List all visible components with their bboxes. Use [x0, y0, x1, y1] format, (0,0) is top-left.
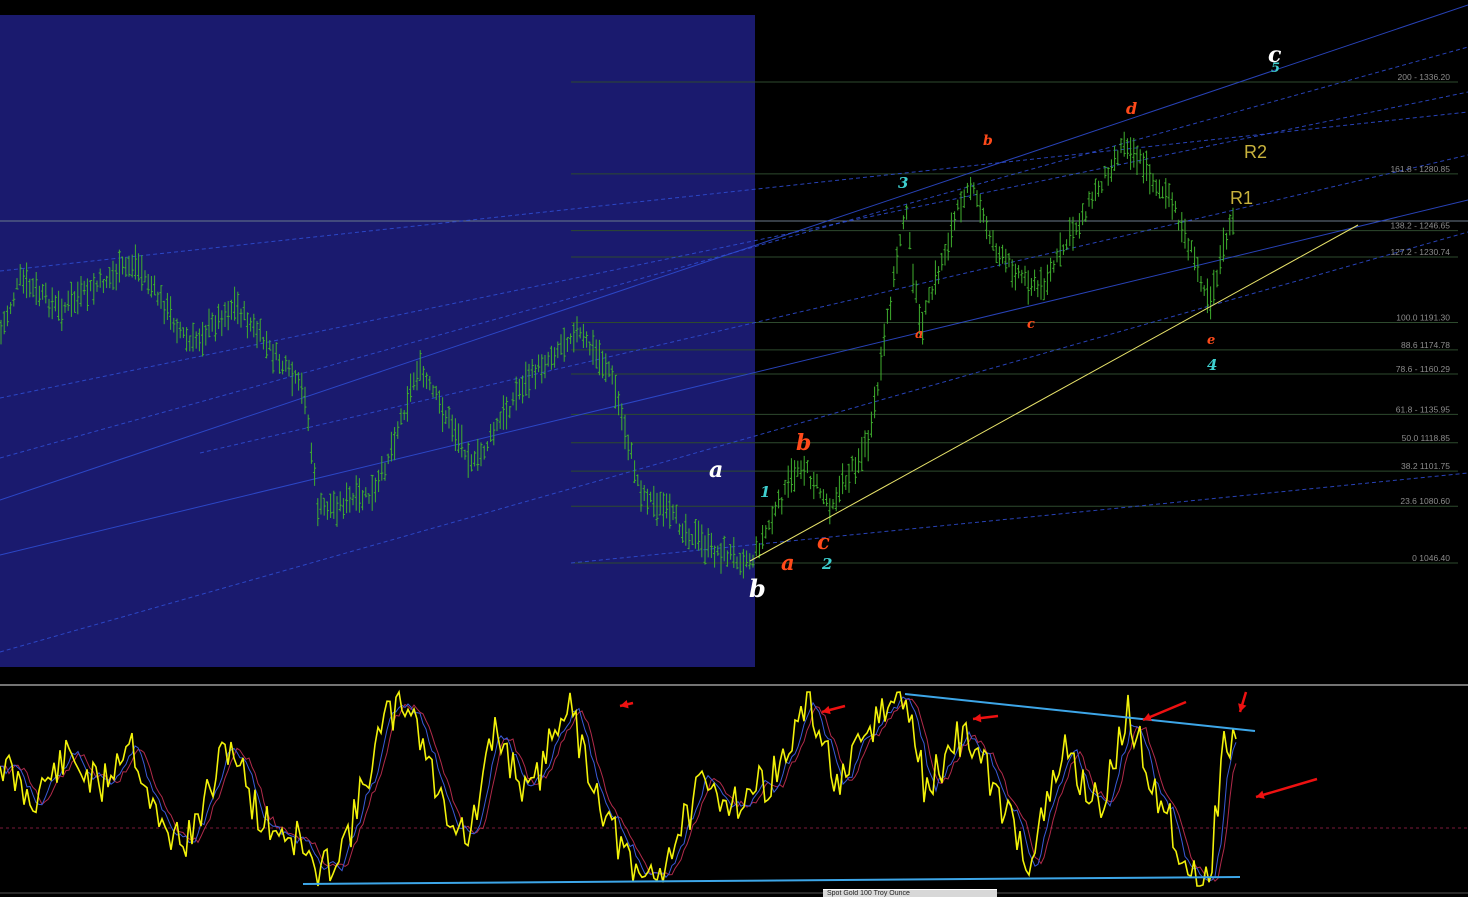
wave-label-white-a: a	[709, 457, 723, 483]
fib-level-label: 161.8 - 1280.85	[1390, 164, 1450, 174]
fib-level-label: 88.6 1174.78	[1401, 340, 1450, 350]
wave-label-red-a: a	[781, 550, 795, 575]
wave-label-3: 3	[898, 174, 908, 192]
status-tab[interactable]: Spot Gold 100 Troy Ounce	[823, 889, 997, 897]
resistance-label-r2: R2	[1244, 142, 1267, 162]
wave-label-red-c: c	[817, 529, 830, 554]
fib-level-label: 0 1046.40	[1412, 553, 1450, 563]
fib-level-label: 23.6 1080.60	[1400, 496, 1450, 506]
highlight-region	[0, 15, 755, 667]
fib-level-label: 50.0 1118.85	[1402, 433, 1451, 443]
wave-label-red-b: b	[796, 430, 811, 456]
wave-label-small-d: d	[1126, 99, 1137, 118]
wave-label-2: 2	[821, 555, 832, 573]
price-chart: 200 - 1336.20 161.8 - 1280.85 138.2 - 1246…	[0, 0, 1468, 897]
wave-label-small-b: b	[983, 133, 993, 149]
wave-label-4: 4	[1207, 356, 1217, 374]
fib-level-label: 38.2 1101.75	[1401, 461, 1450, 471]
wave-label-small-a: a	[915, 327, 923, 342]
fib-level-label: 138.2 - 1246.65	[1390, 221, 1450, 231]
fib-level-label: 200 - 1336.20	[1398, 72, 1451, 82]
wave-label-small-e: e	[1207, 333, 1215, 348]
wave-label-small-c: c	[1027, 317, 1035, 332]
wave-label-5: 5	[1271, 61, 1280, 76]
wave-label-1: 1	[760, 483, 770, 501]
fib-level-label: 127.2 - 1230.74	[1390, 247, 1450, 257]
fib-level-label: 100.0 1191.30	[1396, 313, 1450, 323]
fib-level-label: 78.6 - 1160.29	[1396, 364, 1450, 374]
fib-level-label: 61.8 - 1135.95	[1396, 404, 1450, 414]
status-tab-label: Spot Gold 100 Troy Ounce	[827, 890, 910, 897]
resistance-label-r1: R1	[1230, 188, 1253, 208]
wave-label-white-b: b	[749, 574, 766, 603]
